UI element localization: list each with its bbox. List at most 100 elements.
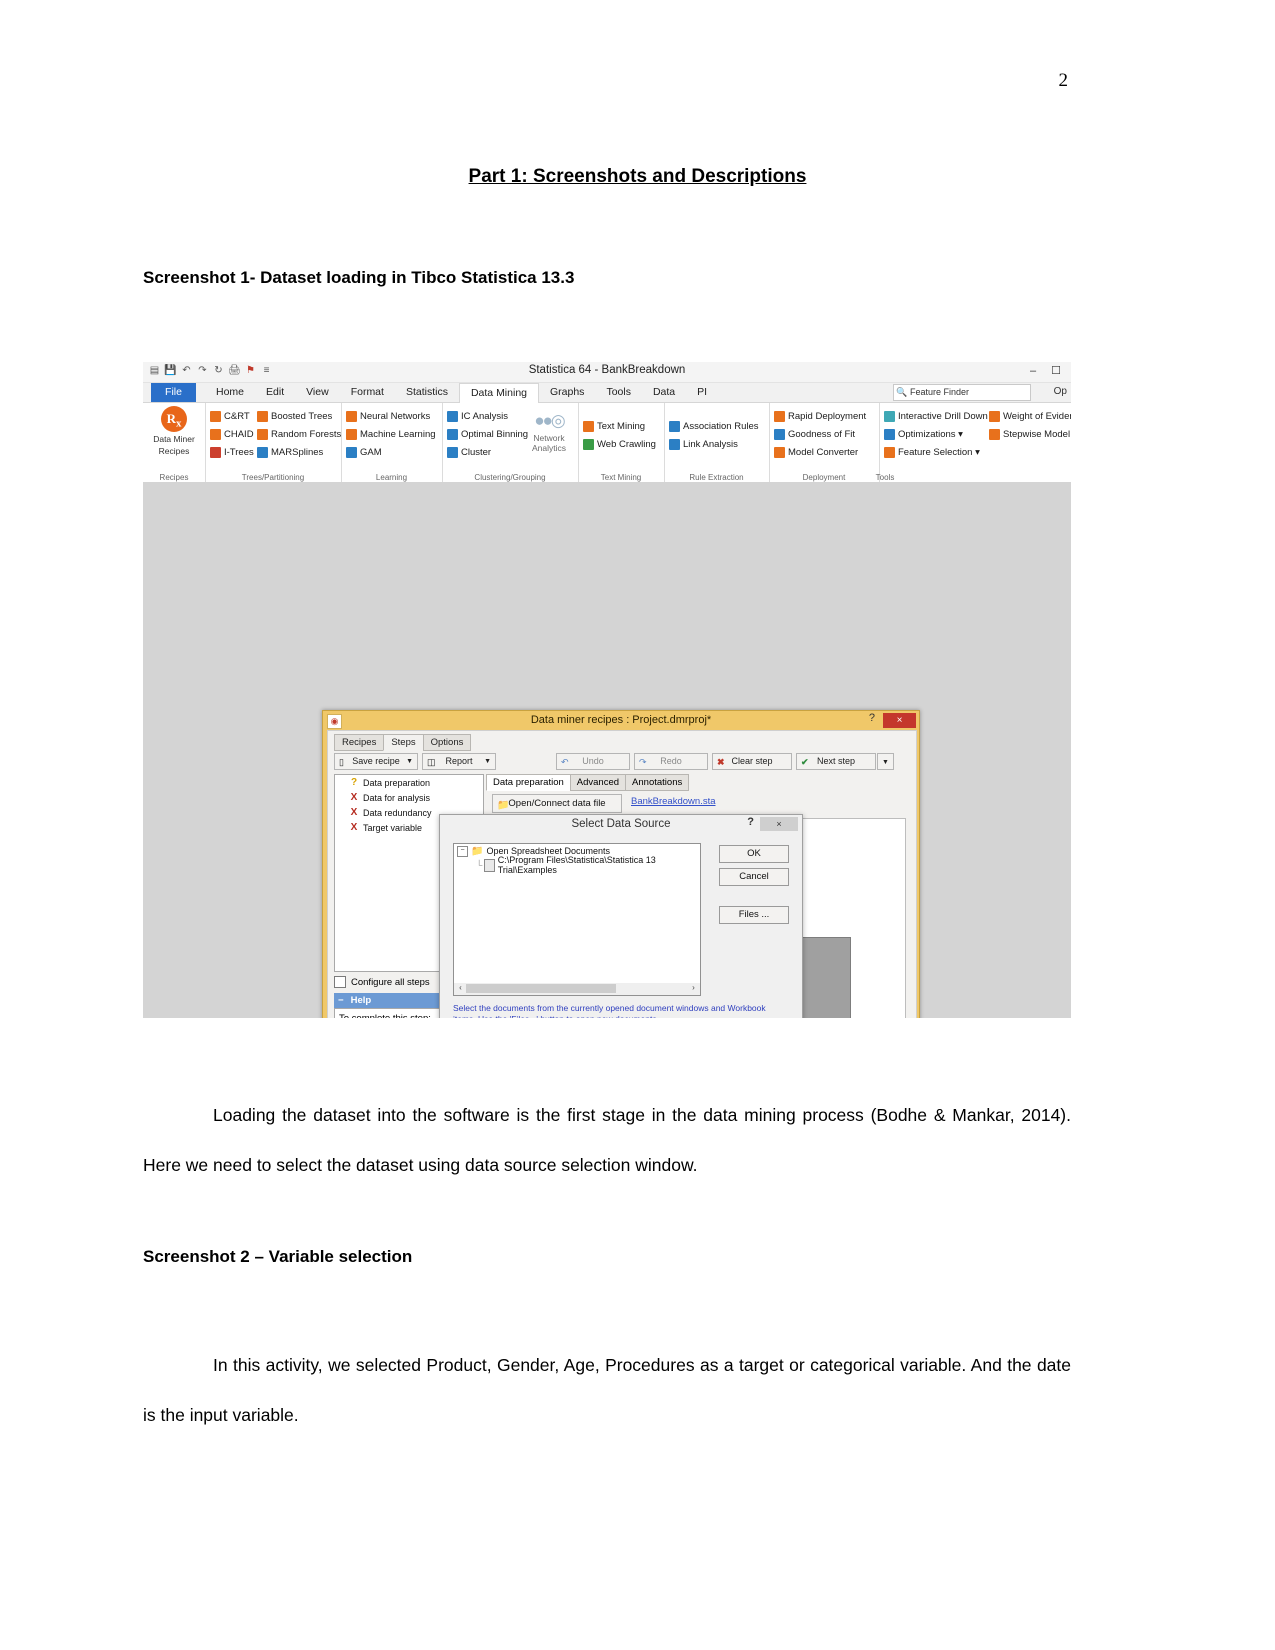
step-label: Data redundancy — [363, 807, 432, 818]
dmr-help-button[interactable]: ? — [869, 712, 875, 724]
ribbon-item-boosted-trees[interactable]: Boosted Trees — [257, 407, 341, 425]
ribbon-item-label: Optimizations ▾ — [898, 428, 963, 440]
weight-of-evidence-icon — [989, 410, 1000, 422]
clear-step-button[interactable]: ✖ Clear step — [712, 753, 792, 770]
cross-icon: X — [350, 822, 358, 833]
configure-all-steps-checkbox[interactable]: Configure all steps — [334, 976, 430, 988]
ribbon-item-network-analytics[interactable]: ●●◎ Network Analytics — [522, 409, 576, 453]
tab-format[interactable]: Format — [340, 383, 395, 402]
ribbon-item-machine-learning[interactable]: Machine Learning — [346, 425, 436, 443]
ribbon-item-random-forests[interactable]: Random Forests — [257, 425, 341, 443]
tab-file[interactable]: File — [151, 383, 196, 402]
ribbon-item-label: Random Forests — [271, 428, 342, 440]
tab-home[interactable]: Home — [205, 383, 255, 402]
cluster-icon — [447, 446, 458, 458]
sds-horizontal-scrollbar[interactable]: ‹ › — [453, 983, 701, 996]
ribbon-item-ic-analysis[interactable]: IC Analysis — [447, 407, 528, 425]
ribbon-item-web-crawling[interactable]: Web Crawling — [583, 435, 656, 453]
options-label[interactable]: Op — [1054, 386, 1067, 397]
redo-icon: ↷ — [639, 757, 647, 767]
dmr-tab-options[interactable]: Options — [422, 734, 472, 751]
sds-cancel-button[interactable]: Cancel — [719, 868, 789, 886]
undo-button[interactable]: ↶ Undo — [556, 753, 630, 770]
tab-statistics[interactable]: Statistics — [395, 383, 459, 402]
ribbon-item-marsplines[interactable]: MARSplines — [257, 443, 341, 461]
ribbon-item-association-rules[interactable]: Association Rules — [669, 417, 759, 435]
scrollbar-thumb[interactable] — [466, 984, 616, 993]
data-miner-recipes-button[interactable]: Rx Data Miner Recipes — [143, 406, 205, 456]
ribbon-item-interactive-drill-down[interactable]: Interactive Drill Down — [884, 407, 988, 425]
check-icon: ✔ — [801, 757, 809, 767]
ribbon-item-weight-of-evidence[interactable]: Weight of Evidence — [989, 407, 1071, 425]
ribbon-group-clustering: IC Analysis Optimal Binning Cluster ●●◎ … — [442, 403, 579, 483]
feature-finder-input[interactable]: Feature Finder — [893, 384, 1031, 401]
group-label-recipes: Recipes — [159, 473, 189, 482]
optimal-binning-icon — [447, 428, 458, 440]
dmr-tab-steps[interactable]: Steps — [383, 734, 424, 751]
step-label: Data preparation — [363, 777, 431, 788]
big-button-label-line1: Data Miner — [153, 434, 195, 444]
next-step-button[interactable]: ✔ Next step — [796, 753, 876, 770]
undo-icon: ↶ — [561, 757, 569, 767]
next-step-dropdown[interactable]: ▼ — [877, 753, 894, 770]
step-row-data-for-analysis[interactable]: X Data for analysis — [335, 790, 483, 805]
collapse-icon[interactable]: − — [457, 845, 468, 857]
ribbon: Rx Data Miner Recipes Recipes C&RT CHAID… — [143, 403, 1071, 483]
right-tab-data-preparation[interactable]: Data preparation — [486, 774, 571, 791]
data-file-link[interactable]: BankBreakdown.sta — [631, 796, 716, 807]
chevron-down-icon[interactable]: ▼ — [484, 754, 491, 769]
step-row-data-preparation[interactable]: ? Data preparation — [335, 775, 483, 790]
tab-tools[interactable]: Tools — [595, 383, 642, 402]
ribbon-item-feature-selection[interactable]: Feature Selection ▾ — [884, 443, 988, 461]
tab-graphs[interactable]: Graphs — [539, 383, 595, 402]
sds-close-button[interactable]: × — [760, 817, 798, 831]
ribbon-item-label: Model Converter — [788, 446, 859, 458]
tab-view[interactable]: View — [295, 383, 340, 402]
ribbon-item-goodness-of-fit[interactable]: Goodness of Fit — [774, 425, 866, 443]
dmr-tab-recipes[interactable]: Recipes — [334, 734, 385, 751]
open-connect-label: Open/Connect data file — [508, 798, 606, 809]
ribbon-item-rapid-deployment[interactable]: Rapid Deployment — [774, 407, 866, 425]
ribbon-tabbar: File Home Edit View Format Statistics Da… — [143, 383, 1071, 403]
chevron-down-icon[interactable]: ▼ — [406, 754, 413, 769]
scroll-right-icon[interactable]: › — [688, 983, 699, 993]
ribbon-item-neural-networks[interactable]: Neural Networks — [346, 407, 436, 425]
sds-document-tree[interactable]: − 📁 Open Spreadsheet Documents └ C:\Prog… — [453, 843, 701, 985]
ribbon-item-cluster[interactable]: Cluster — [447, 443, 528, 461]
ribbon-item-model-converter[interactable]: Model Converter — [774, 443, 866, 461]
workspace-canvas: ◉ Data miner recipes : Project.dmrproj* … — [143, 482, 1071, 1018]
redo-label: Redo — [660, 756, 682, 766]
save-recipe-button[interactable]: ▯ Save recipe ▼ — [334, 753, 418, 770]
window-controls[interactable]: – ☐ — [1030, 364, 1067, 377]
open-connect-data-file-button[interactable]: 📁 Open/Connect data file — [492, 794, 622, 813]
dmr-close-button[interactable]: × — [883, 713, 916, 728]
ribbon-item-gam[interactable]: GAM — [346, 443, 436, 461]
ribbon-item-label: I-Trees — [224, 446, 254, 458]
tab-data[interactable]: Data — [642, 383, 686, 402]
right-tab-annotations[interactable]: Annotations — [625, 774, 690, 791]
tab-edit[interactable]: Edit — [255, 383, 295, 402]
tab-data-mining[interactable]: Data Mining — [458, 383, 539, 403]
ribbon-item-optimal-binning[interactable]: Optimal Binning — [447, 425, 528, 443]
sds-help-button[interactable]: ? — [747, 816, 754, 828]
ribbon-item-stepwise-model-builder[interactable]: Stepwise Model Builde — [989, 425, 1071, 443]
scroll-left-icon[interactable]: ‹ — [455, 983, 466, 993]
feature-selection-icon — [884, 446, 895, 458]
sds-tree-child[interactable]: └ C:\Program Files\Statistica\Statistica… — [454, 855, 700, 875]
redo-button[interactable]: ↷ Redo — [634, 753, 708, 770]
ribbon-item-crt[interactable]: C&RT — [210, 407, 254, 425]
ribbon-item-chaid[interactable]: CHAID — [210, 425, 254, 443]
title-bar: ▤ 💾 ↶ ↷ ↻ 🖨 ⚑ ≡ Statistica 64 - BankBrea… — [143, 362, 1071, 383]
ribbon-item-itrees[interactable]: I-Trees — [210, 443, 254, 461]
step-label: Data for analysis — [363, 792, 431, 803]
ribbon-item-link-analysis[interactable]: Link Analysis — [669, 435, 759, 453]
ribbon-item-label: Rapid Deployment — [788, 410, 867, 422]
right-tab-advanced[interactable]: Advanced — [569, 774, 627, 791]
sds-ok-button[interactable]: OK — [719, 845, 789, 863]
tab-pi[interactable]: PI — [686, 383, 718, 402]
ribbon-item-optimizations[interactable]: Optimizations ▾ — [884, 425, 988, 443]
report-button[interactable]: ◫ Report ▼ — [422, 753, 496, 770]
sds-files-button[interactable]: Files ... — [719, 906, 789, 924]
cross-icon: X — [350, 792, 358, 803]
ribbon-item-text-mining[interactable]: Text Mining — [583, 417, 656, 435]
